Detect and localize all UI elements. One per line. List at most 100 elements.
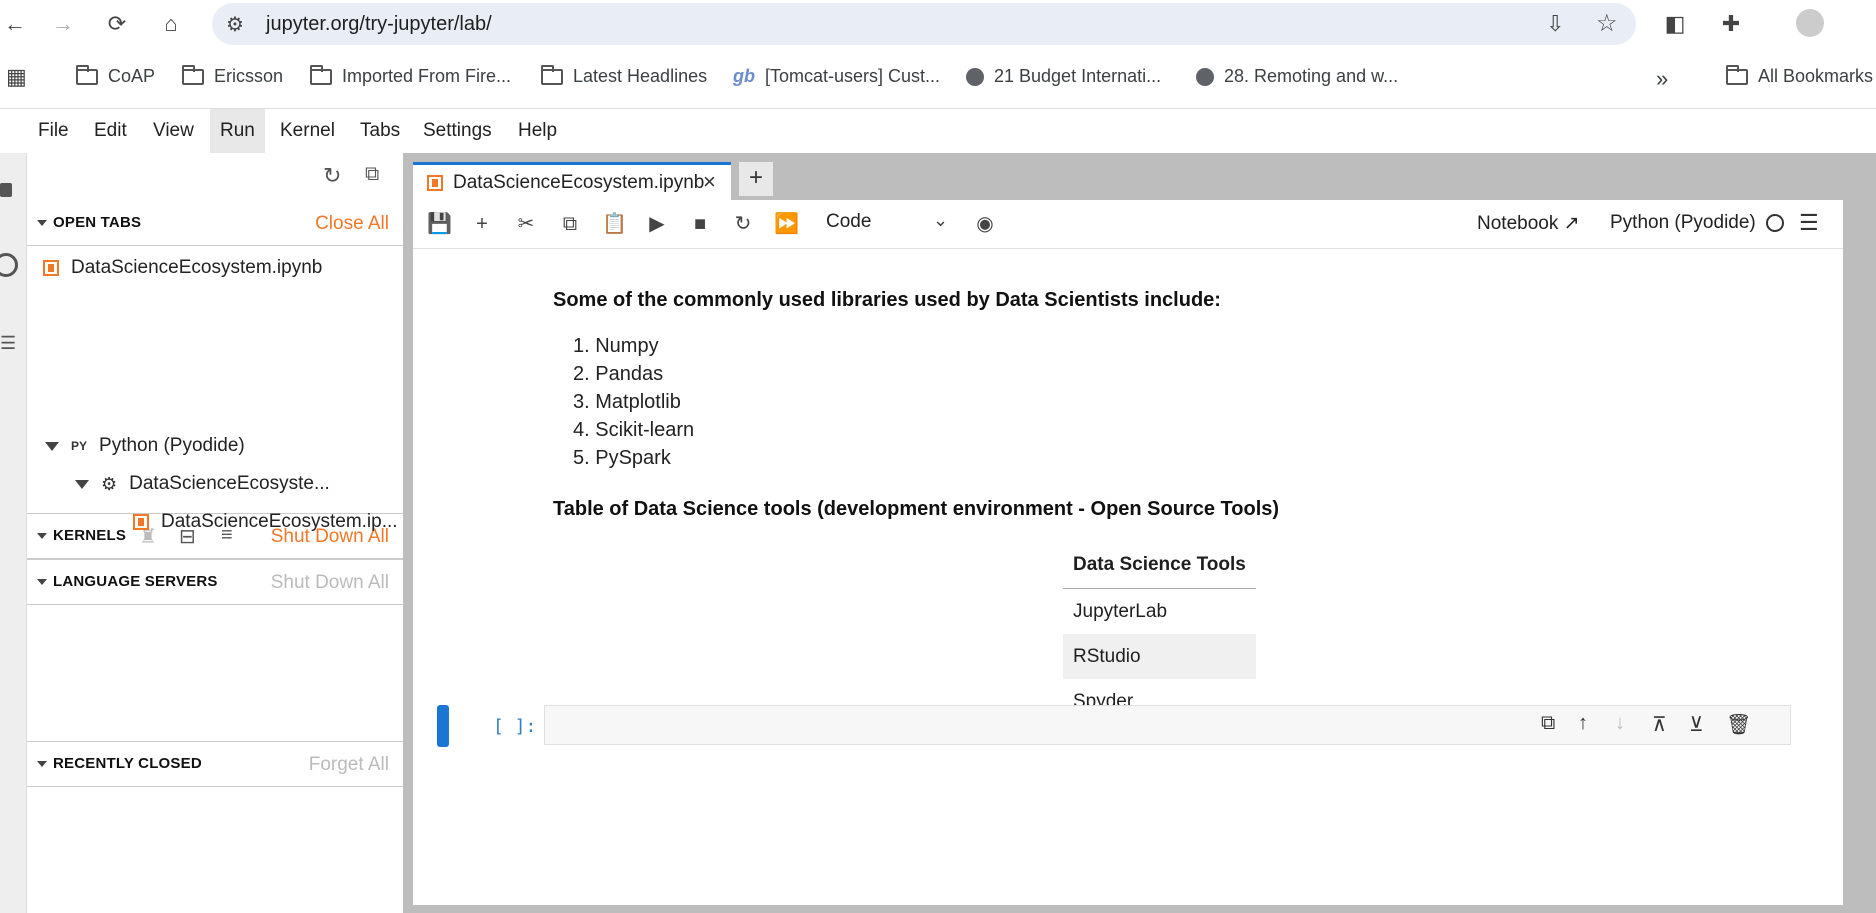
bookmark-imported[interactable]: Imported From Fire... (310, 64, 512, 87)
bookmark-coap[interactable]: CoAP (76, 64, 155, 87)
menu-tabs[interactable]: Tabs (350, 109, 410, 153)
notebook-label: Notebook (1477, 213, 1559, 234)
recently-closed-header[interactable]: RECENTLY CLOSED Forget All (27, 741, 403, 787)
all-bookmarks[interactable]: All Bookmarks (1726, 64, 1873, 87)
duplicate-cell-icon[interactable]: ⧉ (1541, 712, 1555, 735)
bookmark-ericsson[interactable]: Ericsson (182, 64, 284, 87)
bookmark-budget[interactable]: 21 Budget Internati... (966, 66, 1161, 87)
section-title: OPEN TABS (53, 214, 142, 231)
shut-down-all-servers-button[interactable]: Shut Down All (271, 572, 389, 594)
list-item: 4. Scikit-learn (573, 419, 695, 441)
folder-icon (182, 64, 204, 85)
toc-icon[interactable]: ☰ (0, 333, 16, 354)
menu-bar: File Edit View Run Kernel Tabs Settings … (0, 109, 1876, 154)
kernel-label: Python (Pyodide) (99, 435, 245, 456)
bookmark-label: 28. Remoting and w... (1224, 66, 1399, 86)
forget-all-button[interactable]: Forget All (309, 754, 389, 776)
address-bar[interactable]: ⚙ jupyter.org/try-jupyter/lab/ ⇩ ☆ (212, 3, 1636, 45)
document-tab-bar: DataScienceEcosystem.ipynb × + (413, 158, 1843, 200)
external-link-icon: ↗ (1563, 213, 1580, 234)
delete-cell-icon[interactable]: 🗑 (1726, 712, 1751, 737)
menu-run[interactable]: Run (210, 109, 265, 153)
menu-help[interactable]: Help (508, 109, 567, 153)
paste-icon[interactable]: 📋 (602, 212, 627, 236)
browser-toolbar: ← → ⟳ ⌂ ⚙ jupyter.org/try-jupyter/lab/ ⇩… (0, 0, 1876, 48)
session-row[interactable]: ⚙ DataScienceEcosyste... (75, 473, 330, 495)
open-tabs-header[interactable]: OPEN TABS Close All (27, 201, 403, 246)
copy-icon[interactable]: ⧉ (558, 212, 582, 236)
menu-view[interactable]: View (143, 109, 204, 153)
table-heading: Table of Data Science tools (development… (553, 498, 1280, 520)
bookmarks-bar: ▦ CoAP Ericsson Imported From Fire... La… (0, 48, 1876, 109)
section-title: KERNELS (53, 527, 127, 544)
kernel-status-icon (1766, 214, 1784, 232)
notebook-icon (427, 175, 443, 191)
insert-above-icon[interactable]: ⊼ (1652, 712, 1667, 737)
menu-settings[interactable]: Settings (413, 109, 502, 153)
bookmark-label: Ericsson (214, 66, 284, 86)
list-item: 1. Numpy (573, 335, 659, 357)
back-icon[interactable]: ← (0, 9, 30, 39)
cell-type-select[interactable]: Code (826, 211, 871, 233)
session-notebook-row[interactable]: DataScienceEcosystem.ip... (133, 511, 398, 533)
cut-icon[interactable]: ✂ (514, 212, 538, 236)
insert-below-icon[interactable]: ⊻ (1689, 712, 1704, 737)
profile-avatar[interactable] (1796, 9, 1824, 37)
bookmark-label: Imported From Fire... (342, 66, 512, 86)
running-icon[interactable] (0, 253, 18, 277)
code-cell-input[interactable] (544, 705, 1791, 745)
table-header: Data Science Tools (1063, 542, 1256, 589)
notebook-icon (133, 514, 149, 530)
move-up-icon[interactable]: ↑ (1578, 712, 1588, 735)
menu-file[interactable]: File (28, 109, 79, 153)
puzzle-icon[interactable]: ✚ (1716, 9, 1746, 39)
list-item: 5. PySpark (573, 447, 671, 469)
kernel-name-button[interactable]: Python (Pyodide) (1610, 212, 1756, 234)
move-down-icon[interactable]: ↓ (1615, 712, 1625, 735)
chevron-down-icon[interactable]: ⌄ (933, 210, 948, 231)
menu-edit[interactable]: Edit (84, 109, 137, 153)
extension-icon[interactable]: ◧ (1660, 9, 1690, 39)
refresh-icon[interactable]: ↻ (323, 163, 341, 189)
star-icon[interactable]: ☆ (1596, 9, 1618, 38)
notebook-content: Some of the commonly used libraries used… (413, 249, 1813, 905)
language-servers-header[interactable]: LANGUAGE SERVERS Shut Down All (27, 559, 403, 605)
tab-label: DataScienceEcosystem.ipynb (453, 172, 705, 193)
save-icon[interactable]: 💾 (427, 212, 452, 236)
locate-icon[interactable]: ◉ (973, 212, 997, 236)
reload-icon[interactable]: ⟳ (102, 9, 132, 39)
globe-icon (966, 67, 984, 86)
home-icon[interactable]: ⌂ (156, 9, 186, 39)
open-external-icon[interactable]: ⧉ (365, 163, 379, 186)
site-info-icon[interactable]: ⚙ (226, 12, 244, 37)
kernel-row[interactable]: PY Python (Pyodide) (45, 435, 245, 457)
bookmark-remoting[interactable]: 28. Remoting and w... (1196, 66, 1398, 87)
apps-icon[interactable]: ▦ (6, 64, 27, 90)
bookmark-tomcat[interactable]: gb [Tomcat-users] Cust... (733, 66, 940, 87)
menu-icon[interactable]: ☰ (1799, 210, 1819, 236)
restart-icon[interactable]: ↻ (731, 212, 755, 236)
notebook-icon (43, 260, 59, 276)
folder-icon (310, 64, 332, 85)
url-text: jupyter.org/try-jupyter/lab/ (266, 13, 492, 35)
file-browser-icon[interactable] (0, 183, 12, 197)
expand-caret-icon (75, 479, 89, 489)
open-tab-item[interactable]: DataScienceEcosystem.ipynb (43, 257, 322, 279)
stop-icon[interactable]: ■ (688, 212, 712, 236)
menu-kernel[interactable]: Kernel (270, 109, 345, 153)
globe-icon (1196, 67, 1214, 86)
new-tab-button[interactable]: + (739, 162, 773, 196)
install-icon[interactable]: ⇩ (1546, 11, 1564, 37)
run-icon[interactable]: ▶ (645, 212, 669, 236)
run-all-icon[interactable]: ⏩ (774, 212, 799, 236)
forward-icon[interactable]: → (48, 9, 78, 39)
notebook-tab[interactable]: DataScienceEcosystem.ipynb × (413, 162, 731, 200)
insert-cell-icon[interactable]: + (470, 212, 494, 236)
notebook-link[interactable]: Notebook ↗ (1477, 212, 1580, 235)
more-bookmarks-button[interactable]: » (1656, 66, 1668, 92)
close-tab-icon[interactable]: × (703, 169, 716, 195)
running-sidebar: ↻ ⧉ OPEN TABS Close All DataScienceEcosy… (27, 153, 403, 913)
gb-icon: gb (733, 66, 755, 86)
bookmark-latest-headlines[interactable]: Latest Headlines (541, 64, 707, 87)
close-all-button[interactable]: Close All (315, 213, 389, 235)
